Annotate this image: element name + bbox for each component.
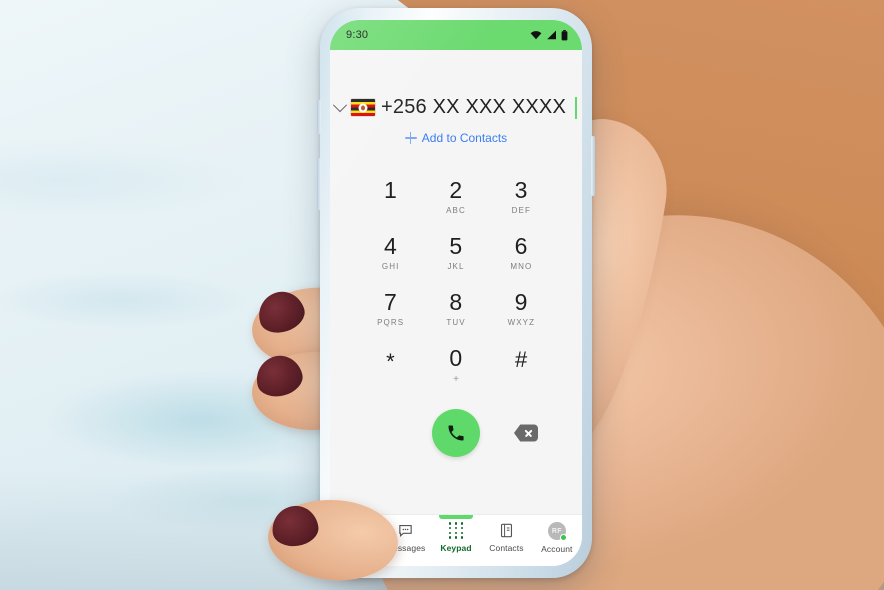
key-digit: 1 [384, 177, 398, 203]
address-book-icon [500, 523, 512, 538]
key-4[interactable]: 4 GHI [358, 231, 423, 275]
smartphone-device: 9:30 +256 XX XXX XXXX Add to Contacts 1 … [317, 8, 595, 578]
key-letters: PQRS [377, 318, 405, 327]
plus-icon [404, 132, 417, 144]
status-bar: 9:30 [330, 20, 582, 50]
nav-label: Account [541, 544, 573, 554]
nav-item-keypad[interactable]: Keypad [431, 515, 481, 553]
key-letters: TUV [446, 318, 466, 327]
dialpad-icon [448, 522, 465, 539]
battery-icon [561, 29, 568, 40]
nav-item-account[interactable]: RF Account [532, 522, 582, 554]
key-0[interactable]: 0 + [423, 343, 488, 389]
nav-item-contacts[interactable]: Contacts [481, 522, 531, 553]
crested-crane-emblem [361, 105, 366, 110]
key-letters: + [453, 374, 459, 385]
phone-screen: 9:30 +256 XX XXX XXXX Add to Contacts 1 … [330, 20, 582, 566]
power-button[interactable] [591, 136, 595, 196]
key-digit: * [386, 349, 396, 374]
key-digit: # [514, 347, 528, 372]
call-button[interactable] [432, 409, 480, 457]
key-5[interactable]: 5 JKL [423, 231, 488, 275]
key-letters: MNO [510, 262, 533, 271]
wifi-icon [530, 31, 542, 40]
add-to-contacts-label: Add to Contacts [421, 131, 508, 145]
key-letters: WXYZ [507, 318, 536, 327]
key-3[interactable]: 3 DEF [489, 175, 554, 219]
call-action-row [330, 403, 582, 463]
key-letters: JKL [447, 262, 465, 271]
key-digit: 0 [449, 345, 463, 371]
key-digit: 6 [514, 233, 528, 259]
text-cursor [575, 96, 577, 119]
backspace-button[interactable] [514, 424, 538, 442]
key-hash[interactable]: # [489, 343, 554, 389]
key-digit: 5 [449, 233, 463, 259]
key-letters: DEF [511, 206, 531, 215]
key-digit: 9 [514, 289, 528, 315]
key-letters: ABC [446, 206, 466, 215]
key-1[interactable]: 1 [358, 175, 423, 219]
dialpad: 1 2 ABC 3 DEF 4 GHI 5 JKL 6 MNO 7 PQRS 8… [330, 175, 582, 389]
status-icons [530, 29, 568, 41]
photo-scene: 9:30 +256 XX XXX XXXX Add to Contacts 1 … [0, 0, 884, 590]
close-icon [524, 429, 532, 437]
avatar-initials: RF [551, 527, 562, 535]
key-digit: 7 [384, 289, 398, 315]
status-time: 9:30 [346, 29, 369, 41]
key-7[interactable]: 7 PQRS [358, 287, 423, 331]
key-letters: GHI [381, 262, 400, 271]
avatar: RF [547, 522, 567, 541]
key-6[interactable]: 6 MNO [489, 231, 554, 275]
nav-label: Contacts [489, 543, 524, 553]
chevron-down-icon[interactable] [332, 97, 348, 112]
phone-number-text: +256 XX XXX XXXX [381, 96, 566, 118]
key-digit: 4 [384, 233, 398, 259]
key-digit: 8 [449, 289, 463, 315]
key-star[interactable]: * [358, 343, 423, 389]
key-9[interactable]: 9 WXYZ [489, 287, 554, 331]
chat-bubble-icon [399, 524, 412, 538]
number-entry-area: +256 XX XXX XXXX Add to Contacts [330, 50, 582, 149]
nav-label: Keypad [440, 543, 472, 553]
key-digit: 2 [449, 177, 463, 203]
add-to-contacts-button[interactable]: Add to Contacts [404, 131, 508, 145]
uganda-flag-icon[interactable] [351, 99, 376, 116]
key-8[interactable]: 8 TUV [423, 287, 488, 331]
phone-number-field[interactable]: +256 XX XXX XXXX [330, 96, 582, 119]
key-2[interactable]: 2 ABC [423, 175, 488, 219]
cellular-signal-icon [547, 30, 556, 40]
active-tab-indicator [439, 515, 474, 519]
online-status-dot [559, 534, 567, 541]
key-digit: 3 [514, 177, 528, 203]
phone-handset-icon [448, 425, 464, 441]
